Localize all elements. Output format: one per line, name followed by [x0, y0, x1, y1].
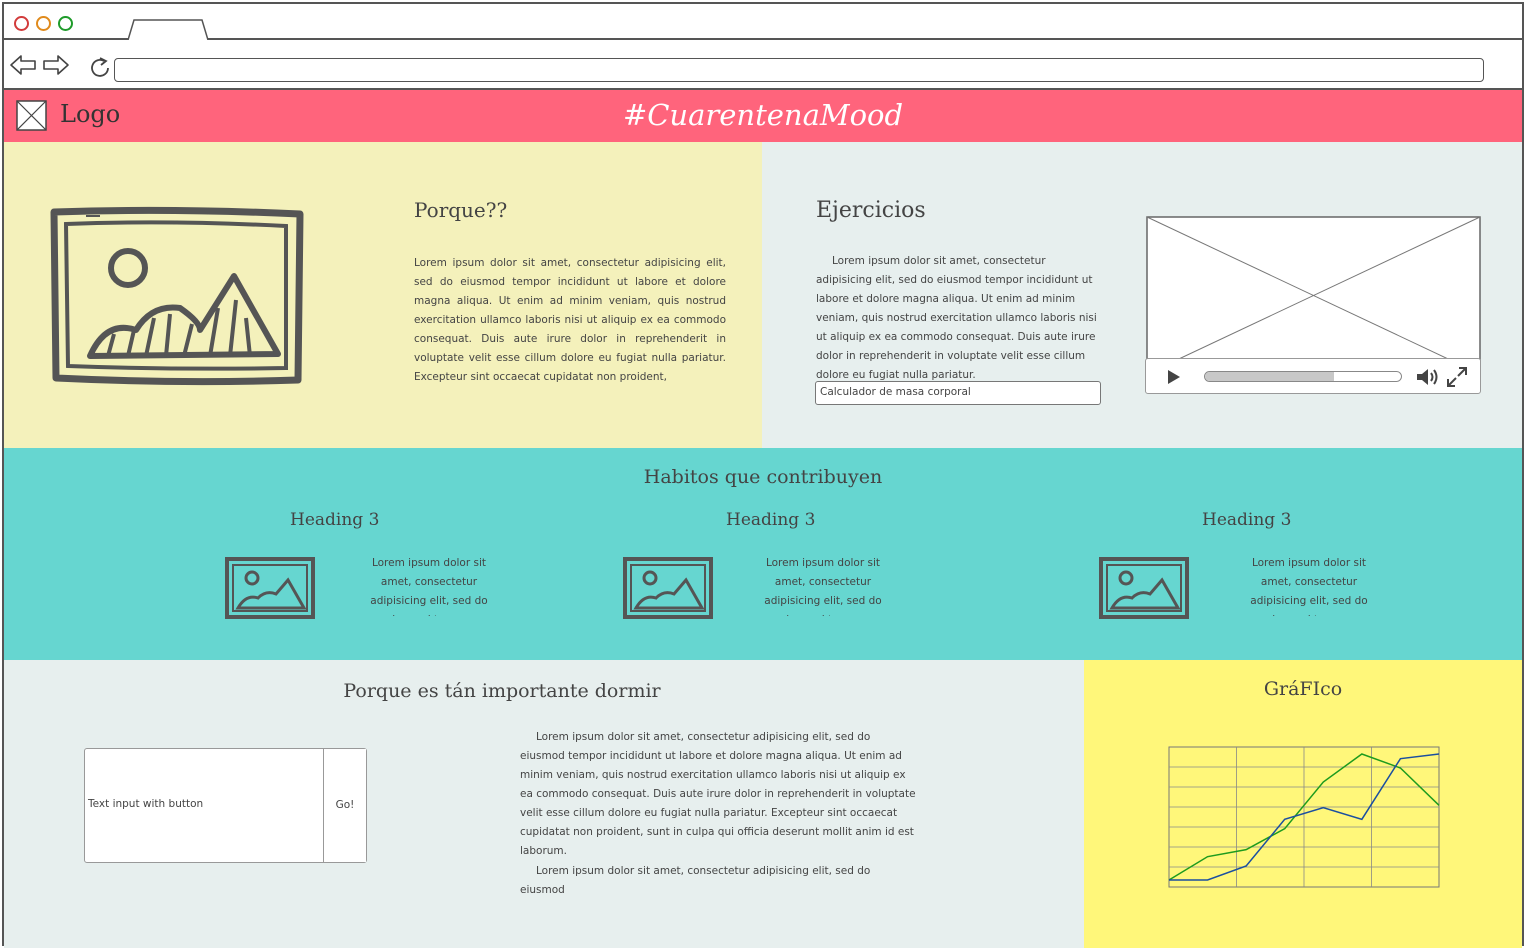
card-text: Lorem ipsum dolor sit amet, consectetur … — [764, 557, 882, 616]
dormir-text-input[interactable]: Text input with button — [88, 798, 203, 810]
close-window-icon[interactable] — [14, 16, 29, 31]
browser-window: Logo #CuarentenaMood Porque?? Lorem ipsu… — [2, 2, 1524, 948]
habitos-section: Habitos que contribuyen Heading 3 Lorem … — [4, 448, 1522, 660]
card-heading: Heading 3 — [290, 510, 380, 530]
image-placeholder-icon — [623, 557, 713, 619]
image-placeholder-icon — [225, 557, 315, 619]
back-arrow-icon[interactable] — [9, 54, 37, 76]
minimize-window-icon[interactable] — [36, 16, 51, 31]
address-bar[interactable] — [114, 58, 1484, 82]
dormir-body: Lorem ipsum dolor sit amet, consectetur … — [520, 731, 916, 857]
grafico-section: GráFIco — [1084, 660, 1522, 948]
maximize-window-icon[interactable] — [58, 16, 73, 31]
play-icon[interactable] — [1166, 368, 1182, 386]
go-button[interactable]: Go! — [323, 749, 366, 862]
video-progress-bar[interactable] — [1204, 371, 1402, 382]
browser-tab[interactable] — [128, 18, 210, 40]
video-controls — [1145, 358, 1481, 394]
porque-section: Porque?? Lorem ipsum dolor sit amet, con… — [4, 142, 762, 448]
porque-title: Porque?? — [414, 198, 508, 222]
site-header: Logo #CuarentenaMood — [4, 90, 1522, 142]
site-title: #CuarentenaMood — [622, 98, 904, 132]
fullscreen-icon[interactable] — [1446, 366, 1468, 388]
grafico-title: GráFIco — [1263, 678, 1343, 700]
porque-body: Lorem ipsum dolor sit amet, consectetur … — [414, 257, 726, 383]
text-input-with-button: Text input with button Go! — [84, 748, 367, 863]
card-text: Lorem ipsum dolor sit amet, consectetur … — [1250, 557, 1368, 616]
card-heading: Heading 3 — [1202, 510, 1292, 530]
bmi-calculator-input[interactable]: Calculador de masa corporal — [815, 381, 1101, 405]
volume-icon[interactable] — [1415, 366, 1441, 388]
ejercicios-body: Lorem ipsum dolor sit amet, consectetur … — [816, 255, 1097, 381]
card-text: Lorem ipsum dolor sit amet, consectetur … — [370, 557, 488, 616]
habitos-title: Habitos que contribuyen — [643, 466, 883, 488]
reload-icon[interactable] — [88, 56, 112, 80]
dormir-title: Porque es tán importante dormir — [343, 680, 661, 702]
ejercicios-title: Ejercicios — [816, 198, 926, 223]
navigation-bar — [4, 40, 1522, 90]
dormir-body-2: Lorem ipsum dolor sit amet, consectetur … — [520, 865, 871, 896]
dormir-section: Porque es tán importante dormir Text inp… — [4, 660, 1084, 948]
image-placeholder-icon — [1099, 557, 1189, 619]
video-progress-fill — [1205, 372, 1335, 381]
line-chart — [1168, 746, 1440, 888]
card-heading: Heading 3 — [726, 510, 816, 530]
ejercicios-section: Ejercicios Lorem ipsum dolor sit amet, c… — [762, 142, 1522, 448]
title-bar — [4, 4, 1522, 40]
forward-arrow-icon[interactable] — [42, 54, 70, 76]
image-placeholder-icon — [50, 206, 304, 386]
